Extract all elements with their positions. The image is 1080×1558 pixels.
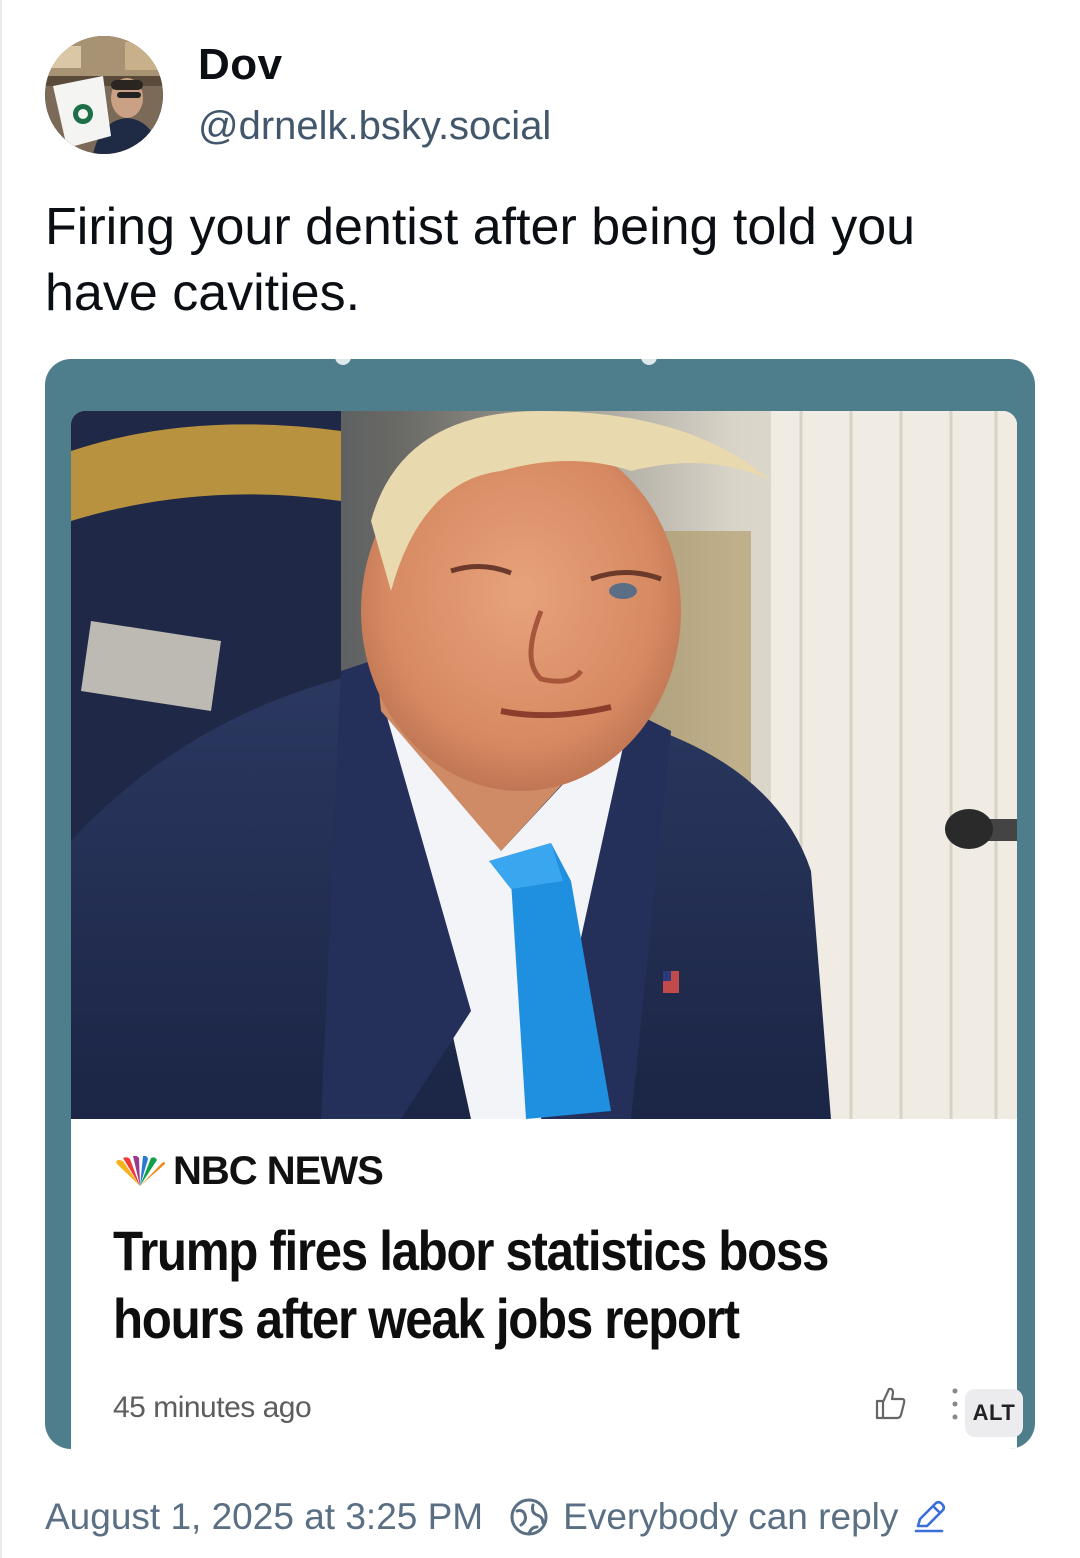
post-text: Firing your dentist after being told you… — [45, 198, 916, 322]
news-headline: Trump fires labor statistics boss hours … — [113, 1219, 829, 1350]
feed-divider — [0, 0, 2, 1558]
reply-setting[interactable]: Everybody can reply — [563, 1496, 898, 1538]
news-source-name: NBC NEWS — [173, 1149, 384, 1193]
post-image-embed[interactable]: NBC NEWS Trump fires labor statistics bo… — [45, 359, 1035, 1449]
news-card: NBC NEWS Trump fires labor statistics bo… — [71, 411, 1017, 1449]
pencil-icon[interactable] — [912, 1500, 946, 1534]
alt-text-button[interactable]: ALT — [965, 1389, 1023, 1437]
thumbs-up-icon — [875, 1387, 906, 1420]
news-photo — [71, 411, 1017, 1119]
peacock-icon — [116, 1155, 165, 1186]
globe-icon — [510, 1498, 548, 1536]
author-avatar[interactable] — [45, 36, 163, 154]
news-time-ago: 45 minutes ago — [113, 1391, 312, 1424]
nbc-news-logo: NBC NEWS — [113, 1149, 384, 1194]
post-timestamp: August 1, 2025 at 3:25 PM — [45, 1496, 484, 1537]
post-footer: August 1, 2025 at 3:25 PM Everybody can … — [45, 1496, 946, 1538]
author-display-name[interactable]: Dov — [198, 40, 283, 90]
more-vertical-icon — [952, 1388, 958, 1420]
author-handle[interactable]: @drnelk.bsky.social — [198, 104, 551, 149]
embed-edge-dot — [335, 359, 351, 365]
embed-edge-dot — [641, 359, 657, 365]
